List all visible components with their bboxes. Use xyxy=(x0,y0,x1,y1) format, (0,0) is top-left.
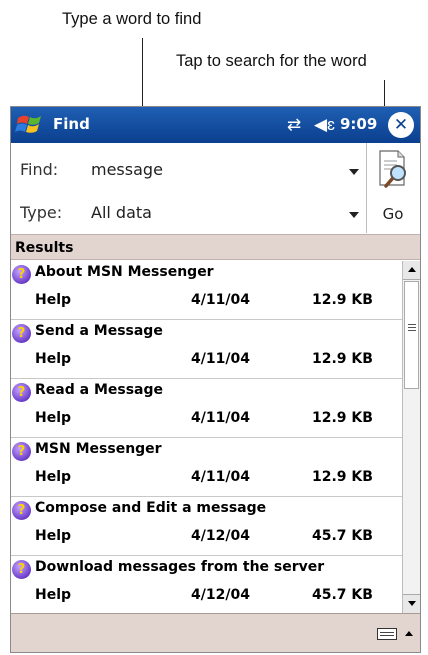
chevron-down-icon[interactable] xyxy=(349,212,359,218)
help-icon: ? xyxy=(12,442,31,461)
volume-icon[interactable]: ◀ɛ xyxy=(314,114,338,136)
windows-flag-icon[interactable] xyxy=(14,110,48,140)
help-icon: ? xyxy=(12,324,31,343)
chevron-down-icon[interactable] xyxy=(349,169,359,175)
help-icon: ? xyxy=(12,501,31,520)
callout-tap-search: Tap to search for the word xyxy=(176,52,367,70)
results-header: Results xyxy=(11,234,420,260)
item-type: Help xyxy=(35,351,72,367)
keyboard-icon[interactable] xyxy=(377,628,397,640)
grip-line xyxy=(408,327,416,328)
item-date: 4/12/04 xyxy=(191,528,250,544)
vertical-scrollbar[interactable] xyxy=(402,261,420,613)
list-item[interactable]: ? About MSN Messenger Help 4/11/04 12.9 … xyxy=(11,261,402,320)
find-input[interactable]: message xyxy=(91,160,163,179)
item-title: Send a Message xyxy=(35,323,163,339)
callout-type-word: Type a word to find xyxy=(62,10,202,28)
title-bar: Find ⇄ ◀ɛ 9:09 ✕ xyxy=(11,107,420,143)
item-date: 4/11/04 xyxy=(191,292,250,308)
type-label: Type: xyxy=(20,203,63,222)
input-selector-arrow-icon[interactable] xyxy=(405,631,413,636)
search-document-icon xyxy=(377,149,411,189)
window-title: Find xyxy=(53,115,90,133)
item-date: 4/12/04 xyxy=(191,587,250,603)
scroll-thumb[interactable] xyxy=(404,281,419,389)
list-item[interactable]: ? Send a Message Help 4/11/04 12.9 KB xyxy=(11,320,402,379)
results-list: ? About MSN Messenger Help 4/11/04 12.9 … xyxy=(11,261,402,613)
item-title: About MSN Messenger xyxy=(35,264,214,280)
help-icon: ? xyxy=(12,265,31,284)
item-title: Download messages from the server xyxy=(35,559,325,575)
help-icon: ? xyxy=(12,560,31,579)
go-button[interactable]: Go xyxy=(368,145,418,229)
list-item[interactable]: ? Download messages from the server Help… xyxy=(11,556,402,613)
item-type: Help xyxy=(35,410,72,426)
item-size: 12.9 KB xyxy=(312,351,373,367)
item-title: MSN Messenger xyxy=(35,441,162,457)
divider xyxy=(366,143,367,233)
list-item[interactable]: ? Read a Message Help 4/11/04 12.9 KB xyxy=(11,379,402,438)
grip-line xyxy=(408,330,416,331)
arrow-down-icon xyxy=(408,601,416,606)
item-type: Help xyxy=(35,292,72,308)
item-type: Help xyxy=(35,528,72,544)
item-date: 4/11/04 xyxy=(191,410,250,426)
device-screen: Find ⇄ ◀ɛ 9:09 ✕ Find: message Type: All… xyxy=(10,106,421,653)
item-size: 45.7 KB xyxy=(312,528,373,544)
list-item[interactable]: ? Compose and Edit a message Help 4/12/0… xyxy=(11,497,402,556)
grip-line xyxy=(408,324,416,325)
go-label: Go xyxy=(382,205,404,223)
close-button[interactable]: ✕ xyxy=(388,112,414,138)
find-label: Find: xyxy=(20,160,59,179)
item-size: 12.9 KB xyxy=(312,292,373,308)
type-select[interactable]: All data xyxy=(91,203,152,222)
item-size: 45.7 KB xyxy=(312,587,373,603)
arrow-up-icon xyxy=(408,267,416,272)
item-date: 4/11/04 xyxy=(191,469,250,485)
clock[interactable]: 9:09 xyxy=(340,115,377,133)
scroll-up-button[interactable] xyxy=(403,261,420,280)
menu-bar xyxy=(11,613,420,652)
help-icon: ? xyxy=(12,383,31,402)
item-type: Help xyxy=(35,587,72,603)
item-date: 4/11/04 xyxy=(191,351,250,367)
find-panel: Find: message Type: All data Go xyxy=(11,143,420,233)
scroll-down-button[interactable] xyxy=(403,594,420,613)
item-type: Help xyxy=(35,469,72,485)
item-title: Read a Message xyxy=(35,382,163,398)
list-item[interactable]: ? MSN Messenger Help 4/11/04 12.9 KB xyxy=(11,438,402,497)
item-size: 12.9 KB xyxy=(312,469,373,485)
item-title: Compose and Edit a message xyxy=(35,500,267,516)
connectivity-icon[interactable]: ⇄ xyxy=(287,114,309,136)
item-size: 12.9 KB xyxy=(312,410,373,426)
